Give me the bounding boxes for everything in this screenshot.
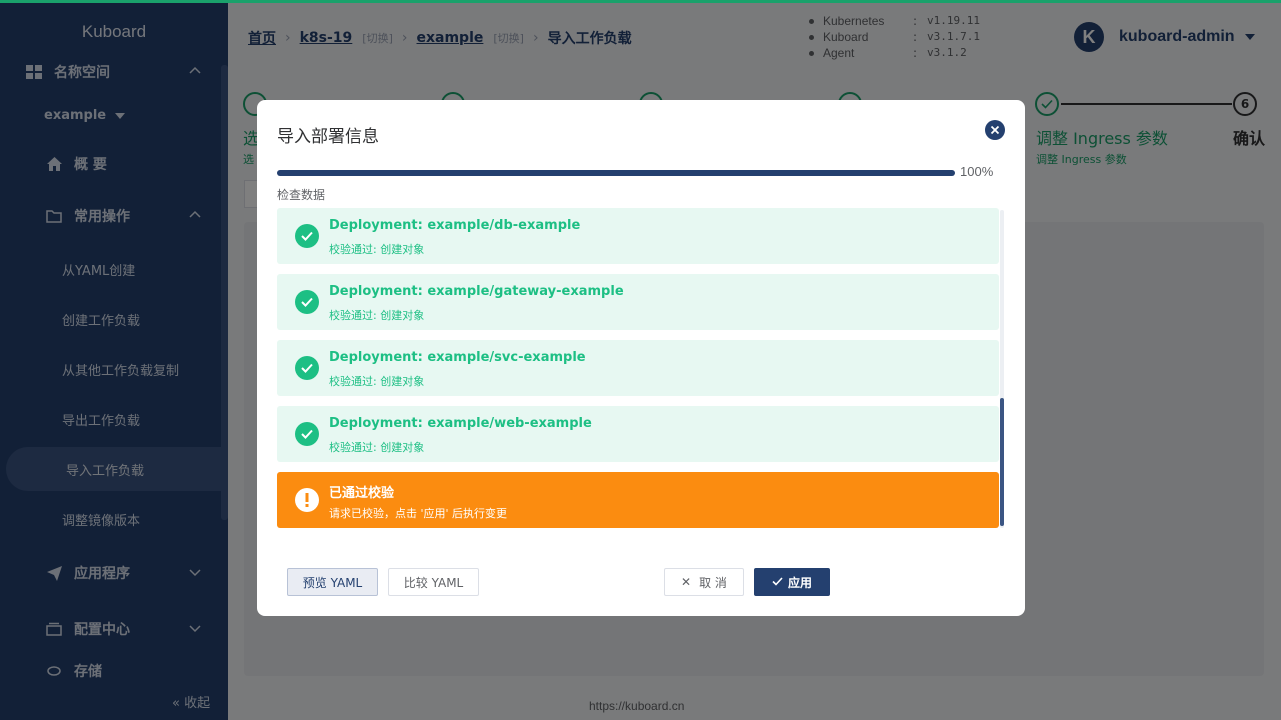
progress-bar — [277, 170, 955, 176]
result-desc: 校验通过: 创建对象 — [329, 309, 425, 322]
check-circle-icon — [295, 290, 319, 314]
list-scrollbar-thumb[interactable] — [1000, 398, 1004, 526]
top-accent-line — [0, 0, 1281, 3]
result-item: Deployment: example/svc-example 校验通过: 创建… — [277, 340, 999, 396]
check-circle-icon — [295, 422, 319, 446]
check-circle-icon — [295, 224, 319, 248]
warning-alert: 已通过校验 请求已校验，点击 '应用' 后执行变更 — [277, 472, 999, 528]
result-title: Deployment: example/db-example — [329, 218, 581, 233]
apply-button[interactable]: 应用 — [754, 568, 830, 596]
result-title: Deployment: example/web-example — [329, 416, 592, 431]
close-icon: ✕ — [681, 575, 692, 589]
result-desc: 校验通过: 创建对象 — [329, 375, 425, 388]
check-circle-icon — [295, 356, 319, 380]
close-icon[interactable] — [985, 120, 1005, 140]
compare-yaml-button[interactable]: 比较 YAML — [388, 568, 479, 596]
warning-desc: 请求已校验，点击 '应用' 后执行变更 — [329, 507, 508, 520]
exclamation-circle-icon — [295, 488, 319, 512]
result-item: Deployment: example/web-example 校验通过: 创建… — [277, 406, 999, 462]
result-title: Deployment: example/gateway-example — [329, 284, 624, 299]
preview-yaml-button[interactable]: 预览 YAML — [287, 568, 378, 596]
result-desc: 校验通过: 创建对象 — [329, 441, 425, 454]
section-label: 检查数据 — [277, 188, 326, 202]
import-dialog: 导入部署信息 100% 检查数据 Deployment: example/db-… — [257, 100, 1025, 616]
cancel-label: 取 消 — [699, 575, 727, 590]
cancel-button[interactable]: ✕ 取 消 — [664, 568, 744, 596]
dialog-title: 导入部署信息 — [277, 127, 379, 147]
check-icon — [772, 575, 783, 589]
result-item: Deployment: example/db-example 校验通过: 创建对… — [277, 208, 999, 264]
warning-title: 已通过校验 — [329, 486, 395, 501]
result-title: Deployment: example/svc-example — [329, 350, 586, 365]
result-desc: 校验通过: 创建对象 — [329, 243, 425, 256]
progress-text: 100% — [960, 164, 994, 179]
result-list: Deployment: example/db-example 校验通过: 创建对… — [277, 208, 1005, 528]
result-item: Deployment: example/gateway-example 校验通过… — [277, 274, 999, 330]
apply-label: 应用 — [787, 575, 812, 590]
progress-fill — [277, 170, 955, 176]
